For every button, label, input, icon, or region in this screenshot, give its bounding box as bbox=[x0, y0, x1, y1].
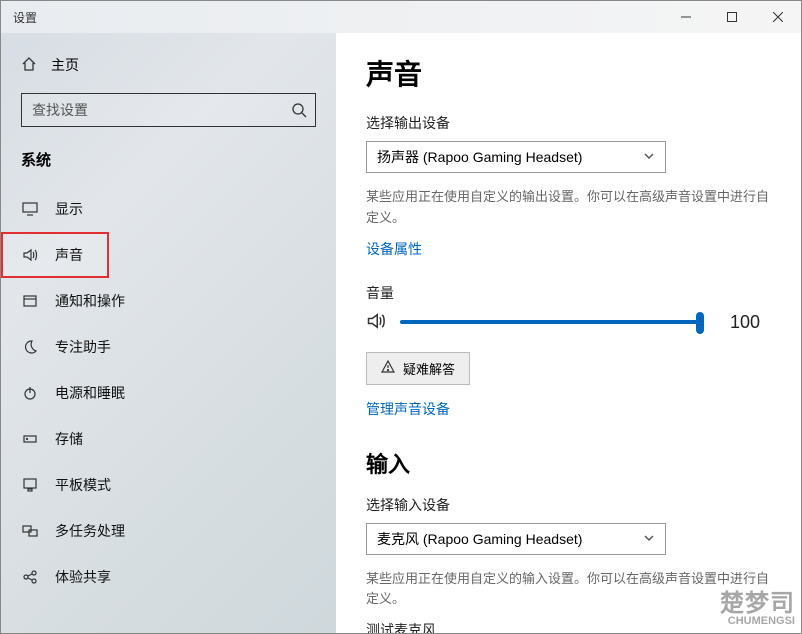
sidebar-item-shared[interactable]: 体验共享 bbox=[1, 554, 336, 600]
window-title: 设置 bbox=[13, 9, 37, 26]
sidebar: 主页 系统 显示 声音 通知和操作 专注助手 bbox=[1, 33, 336, 633]
input-device-label: 选择输入设备 bbox=[366, 495, 771, 515]
multitask-icon bbox=[21, 522, 39, 540]
warning-icon bbox=[381, 360, 395, 377]
sidebar-item-tablet[interactable]: 平板模式 bbox=[1, 462, 336, 508]
sidebar-item-notifications[interactable]: 通知和操作 bbox=[1, 278, 336, 324]
sidebar-item-label: 通知和操作 bbox=[55, 291, 125, 311]
sound-icon bbox=[21, 246, 39, 264]
troubleshoot-button[interactable]: 疑难解答 bbox=[366, 352, 470, 385]
troubleshoot-label: 疑难解答 bbox=[403, 359, 455, 378]
volume-slider-thumb[interactable] bbox=[696, 312, 704, 334]
display-icon bbox=[21, 200, 39, 218]
home-nav[interactable]: 主页 bbox=[1, 47, 336, 87]
mic-test-label: 测试麦克风 bbox=[366, 620, 771, 633]
sidebar-item-label: 显示 bbox=[55, 199, 83, 219]
sidebar-item-label: 存储 bbox=[55, 429, 83, 449]
volume-value: 100 bbox=[730, 312, 760, 333]
search-input[interactable] bbox=[32, 102, 291, 118]
close-button[interactable] bbox=[755, 1, 801, 33]
sidebar-group-title: 系统 bbox=[1, 141, 336, 186]
sidebar-item-label: 专注助手 bbox=[55, 337, 111, 357]
sidebar-item-label: 多任务处理 bbox=[55, 521, 125, 541]
sidebar-item-multitask[interactable]: 多任务处理 bbox=[1, 508, 336, 554]
input-section-title: 输入 bbox=[366, 447, 771, 479]
sidebar-item-label: 声音 bbox=[55, 245, 83, 265]
sidebar-item-label: 体验共享 bbox=[55, 567, 111, 587]
manage-devices-link[interactable]: 管理声音设备 bbox=[366, 399, 450, 419]
input-desc: 某些应用正在使用自定义的输入设置。你可以在高级声音设置中进行自定义。 bbox=[366, 569, 771, 611]
maximize-button[interactable] bbox=[709, 1, 755, 33]
watermark-en: CHUMENGSI bbox=[728, 616, 795, 627]
home-label: 主页 bbox=[51, 55, 79, 75]
sidebar-item-sound[interactable]: 声音 bbox=[1, 232, 109, 278]
search-box[interactable] bbox=[21, 93, 316, 127]
watermark-cn: 楚梦司 bbox=[720, 592, 795, 616]
storage-icon bbox=[21, 430, 39, 448]
minimize-button[interactable] bbox=[663, 1, 709, 33]
sidebar-item-storage[interactable]: 存储 bbox=[1, 416, 336, 462]
volume-slider[interactable] bbox=[400, 320, 700, 324]
share-icon bbox=[21, 568, 39, 586]
volume-label: 音量 bbox=[366, 283, 771, 303]
sidebar-item-power[interactable]: 电源和睡眠 bbox=[1, 370, 336, 416]
input-device-value: 麦克风 (Rapoo Gaming Headset) bbox=[377, 529, 582, 549]
sidebar-item-label: 平板模式 bbox=[55, 475, 111, 495]
moon-icon bbox=[21, 338, 39, 356]
tablet-icon bbox=[21, 476, 39, 494]
page-title: 声音 bbox=[366, 53, 771, 93]
titlebar: 设置 bbox=[1, 1, 801, 33]
speaker-icon bbox=[366, 311, 386, 334]
power-icon bbox=[21, 384, 39, 402]
input-device-select[interactable]: 麦克风 (Rapoo Gaming Headset) bbox=[366, 523, 666, 555]
sidebar-item-display[interactable]: 显示 bbox=[1, 186, 336, 232]
output-device-select[interactable]: 扬声器 (Rapoo Gaming Headset) bbox=[366, 141, 666, 173]
chevron-down-icon bbox=[643, 149, 655, 165]
notifications-icon bbox=[21, 292, 39, 310]
output-desc: 某些应用正在使用自定义的输出设置。你可以在高级声音设置中进行自定义。 bbox=[366, 187, 771, 229]
chevron-down-icon bbox=[643, 531, 655, 547]
output-device-label: 选择输出设备 bbox=[366, 113, 771, 133]
device-properties-link[interactable]: 设备属性 bbox=[366, 239, 422, 259]
sidebar-item-focus[interactable]: 专注助手 bbox=[1, 324, 336, 370]
search-icon bbox=[291, 102, 307, 118]
content-pane: 声音 选择输出设备 扬声器 (Rapoo Gaming Headset) 某些应… bbox=[336, 33, 801, 633]
home-icon bbox=[21, 56, 37, 75]
watermark: 楚梦司 CHUMENGSI bbox=[720, 592, 795, 627]
output-device-value: 扬声器 (Rapoo Gaming Headset) bbox=[377, 147, 582, 167]
sidebar-item-label: 电源和睡眠 bbox=[55, 383, 125, 403]
